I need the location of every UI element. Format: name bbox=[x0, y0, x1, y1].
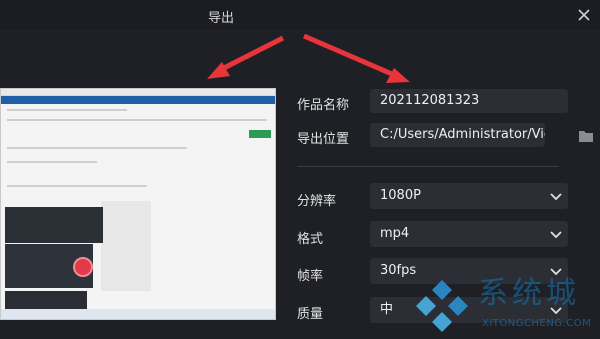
dialog-title: 导出 bbox=[207, 11, 234, 26]
title-bar: 导出 bbox=[0, 0, 600, 30]
watermark-text: 系统城 bbox=[478, 276, 580, 311]
close-icon[interactable] bbox=[574, 5, 594, 25]
divider bbox=[297, 166, 559, 167]
format-select[interactable]: mp4 bbox=[370, 221, 568, 247]
location-field[interactable]: C:/Users/Administrator/Vide bbox=[370, 123, 545, 147]
framerate-value: 30fps bbox=[380, 263, 417, 278]
chevron-down-icon bbox=[550, 231, 562, 239]
resolution-select[interactable]: 1080P bbox=[370, 183, 568, 209]
arrow-right-icon bbox=[303, 33, 410, 83]
folder-icon[interactable] bbox=[578, 128, 594, 142]
arrow-left-icon bbox=[207, 35, 285, 79]
framerate-label: 帧率 bbox=[297, 269, 324, 284]
name-field[interactable]: 202112081323 bbox=[370, 89, 568, 113]
watermark-subtext: XITONGCHENG.COM bbox=[482, 318, 592, 329]
name-label: 作品名称 bbox=[297, 98, 350, 113]
format-value: mp4 bbox=[380, 226, 410, 241]
preview-thumbnail bbox=[0, 88, 276, 320]
chevron-down-icon bbox=[550, 193, 562, 201]
resolution-label: 分辨率 bbox=[297, 194, 337, 209]
location-label: 导出位置 bbox=[297, 132, 350, 147]
quality-label: 质量 bbox=[297, 307, 324, 322]
quality-value: 中 bbox=[380, 302, 394, 317]
format-label: 格式 bbox=[297, 232, 324, 247]
resolution-value: 1080P bbox=[380, 188, 421, 203]
